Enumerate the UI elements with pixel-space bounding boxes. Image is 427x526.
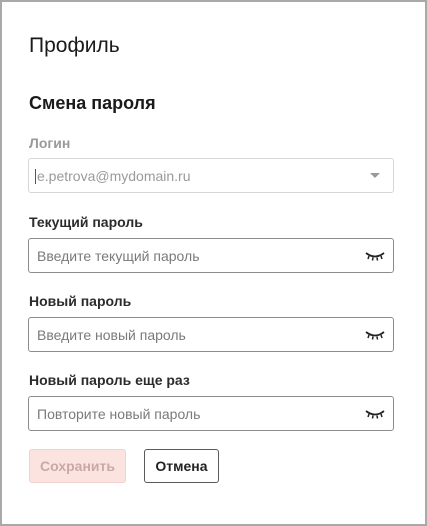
current-password-input[interactable]: [29, 239, 357, 272]
repeat-password-field: [28, 396, 394, 431]
eye-closed-icon[interactable]: [364, 249, 386, 263]
new-password-input[interactable]: [29, 318, 357, 351]
repeat-password-input[interactable]: [29, 397, 357, 430]
new-password-field: [28, 317, 394, 352]
current-password-field: [28, 238, 394, 273]
repeat-password-label: Новый пароль еще раз: [29, 372, 190, 388]
chevron-down-icon: [365, 166, 385, 186]
eye-closed-icon[interactable]: [364, 328, 386, 342]
current-password-label: Текущий пароль: [29, 214, 143, 230]
new-password-label: Новый пароль: [29, 293, 132, 309]
eye-closed-icon[interactable]: [364, 407, 386, 421]
login-label: Логин: [29, 135, 71, 151]
profile-dialog: Профиль Смена пароля Логин e.petrova@myd…: [0, 0, 427, 526]
dialog-title: Профиль: [29, 34, 120, 57]
section-title: Смена пароля: [29, 93, 156, 113]
save-button[interactable]: Сохранить: [29, 449, 126, 483]
cancel-button[interactable]: Отмена: [144, 449, 219, 483]
login-select: e.petrova@mydomain.ru: [28, 158, 394, 193]
login-value: e.petrova@mydomain.ru: [29, 168, 365, 184]
